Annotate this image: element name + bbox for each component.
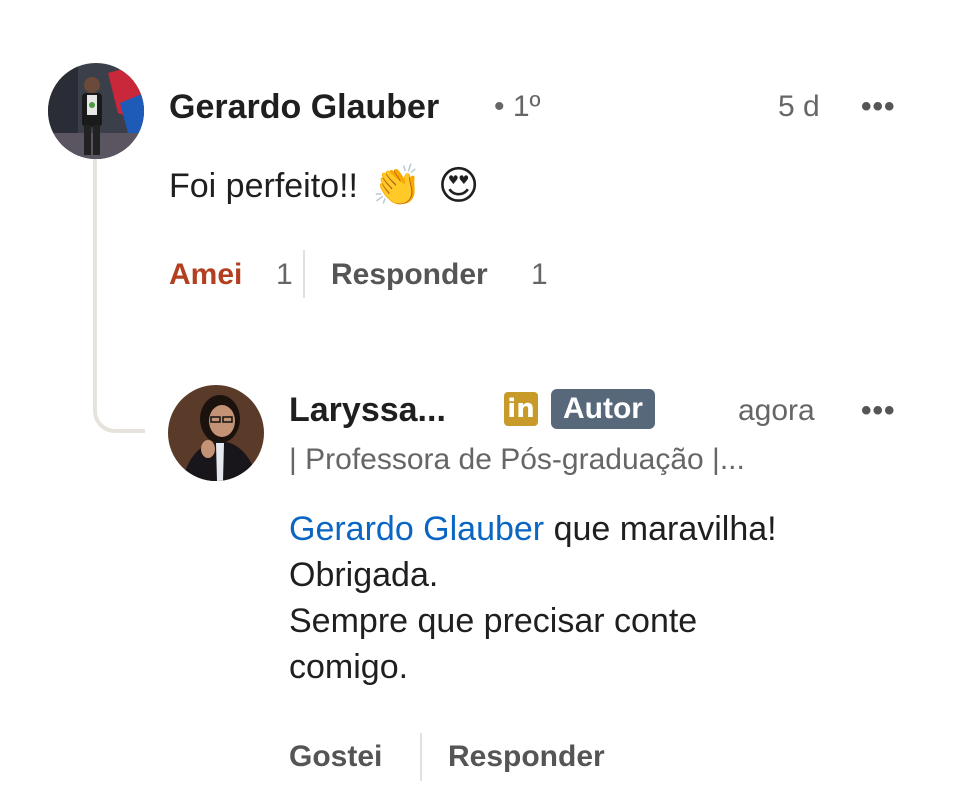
clapping-hands-icon: 👏 [371, 164, 422, 208]
reply-action-divider [420, 733, 422, 781]
reply-text-line1: que maravilha! [544, 510, 777, 548]
reaction-button[interactable]: Amei [169, 258, 242, 292]
reply-text-line4: comigo. [289, 648, 409, 686]
more-options-icon[interactable]: ••• [861, 90, 896, 124]
comment-text: Foi perfeito!! 👏 😍 [169, 163, 480, 209]
comment-timestamp: 5 d [778, 90, 820, 123]
reply-reply-button[interactable]: Responder [448, 740, 605, 774]
author-badge: Autor [551, 389, 655, 429]
reply-author-headline: | Professora de Pós-graduação |... [289, 443, 745, 476]
reply-button[interactable]: Responder [331, 258, 488, 292]
action-divider [303, 250, 305, 298]
linkedin-badge-icon: in [504, 392, 538, 426]
reaction-count[interactable]: 1 [276, 258, 293, 292]
reply-more-options-icon[interactable]: ••• [861, 394, 896, 428]
reply-timestamp: agora [738, 394, 815, 427]
reply-text-line2: Obrigada. [289, 556, 439, 594]
reply-text-line3: Sempre que precisar conte [289, 602, 698, 640]
comment-author-name[interactable]: Gerardo Glauber [169, 88, 439, 127]
avatar-gerardo[interactable] [48, 63, 144, 159]
thread-connector [93, 158, 145, 433]
reply-text: Gerardo Glauber que maravilha! Obrigada.… [289, 506, 909, 690]
heart-eyes-icon: 😍 [437, 164, 480, 208]
mention-link[interactable]: Gerardo Glauber [289, 510, 544, 548]
comment-text-content: Foi perfeito!! [169, 167, 358, 205]
connection-degree: • 1º [494, 90, 541, 123]
reply-author-name[interactable]: Laryssa... [289, 391, 446, 430]
avatar-laryssa[interactable] [168, 385, 264, 481]
like-button[interactable]: Gostei [289, 740, 382, 774]
reply-count[interactable]: 1 [531, 258, 548, 292]
